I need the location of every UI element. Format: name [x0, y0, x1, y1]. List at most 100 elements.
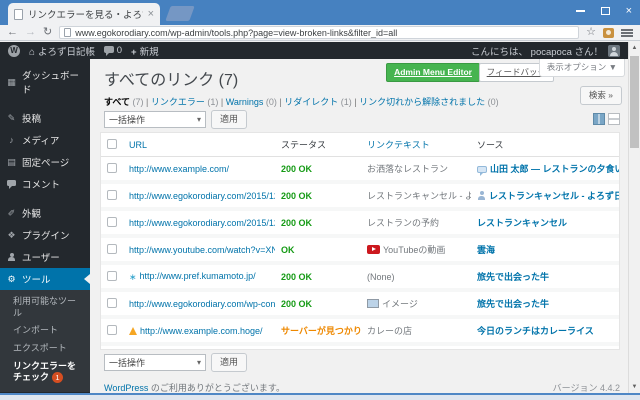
window-close-button[interactable]: × — [626, 6, 632, 17]
source-link[interactable]: レストランキャンセル - よろず日... — [489, 191, 619, 201]
link-url[interactable]: http://www.youtube.com/watch?v=XNUEEWaaq… — [129, 245, 275, 255]
link-url[interactable]: http://www.example.com/ — [129, 164, 229, 174]
tab-close-icon[interactable]: × — [148, 8, 154, 20]
row-checkbox[interactable] — [107, 162, 117, 173]
scroll-down-icon[interactable]: ▼ — [629, 381, 640, 393]
submenu-item[interactable]: エクスポート — [0, 340, 90, 358]
admin-bar-site[interactable]: よろず日記帳 — [29, 44, 95, 58]
page-scrollbar[interactable]: ▲ ▼ — [628, 42, 640, 393]
browser-window: リンクエラーを見る・よろず日... × × www.egokorodiary.c… — [0, 0, 640, 400]
sidebar-item-dashboard[interactable]: ▦ ダッシュボード — [0, 64, 90, 100]
wordpress-logo-icon[interactable] — [8, 44, 20, 57]
row-checkbox[interactable] — [107, 243, 117, 254]
link-text: レストランキャンセル - よろず日記... — [361, 182, 471, 211]
apply-button-bottom[interactable]: 適用 — [211, 353, 248, 372]
submenu-item[interactable]: リンクエラーをチェック 1 — [0, 358, 90, 387]
apply-button[interactable]: 適用 — [211, 110, 248, 129]
avatar[interactable] — [608, 44, 620, 57]
comment-bubble-icon — [104, 46, 115, 56]
window-maximize-button[interactable] — [600, 7, 610, 15]
user-icon — [6, 252, 17, 262]
sidebar-item-media[interactable]: ♪ メディア — [0, 129, 90, 151]
row-checkbox[interactable] — [107, 324, 117, 335]
search-button[interactable]: 検索 » — [579, 86, 622, 105]
row-checkbox[interactable] — [107, 189, 117, 200]
filter-link[interactable]: リダイレクト — [284, 97, 338, 107]
admin-sidebar: ▦ ダッシュボード ✎ 投稿 ♪ メディア ▤ 固定ページコメント ✐ 外観 ❖ プラグインユーザー ⚙… — [0, 59, 90, 400]
table-row: http://www.example.com.hoge/サーバーが見つかりません… — [101, 317, 619, 346]
back-icon[interactable] — [7, 27, 18, 38]
filter-link[interactable]: Warnings — [226, 97, 264, 107]
submenu-item[interactable]: インポート — [0, 322, 90, 340]
bulk-actions-top: 一括操作 適用 — [104, 110, 248, 129]
sidebar-item-label: コメント — [22, 180, 61, 191]
bulk-action-select-bottom[interactable]: 一括操作 — [104, 354, 206, 371]
reload-icon[interactable] — [43, 27, 52, 38]
scrollbar-thumb[interactable] — [630, 56, 639, 148]
bulk-actions-bottom: 一括操作 適用 — [104, 353, 248, 372]
link-status: 200 OK — [275, 263, 361, 292]
filter-link[interactable]: リンクエラー — [151, 97, 205, 107]
user-icon — [477, 191, 486, 200]
submenu-item[interactable]: 利用可能なツール — [0, 293, 90, 322]
image-icon — [367, 299, 379, 308]
scroll-up-icon[interactable]: ▲ — [629, 42, 640, 54]
row-checkbox[interactable] — [107, 297, 117, 308]
sidebar-item-label: 投稿 — [22, 114, 42, 125]
admin-bar-new[interactable]: 新規 — [131, 44, 159, 58]
excerpt-view-icon[interactable] — [608, 113, 620, 125]
link-url[interactable]: http://www.egokorodiary.com/wp-content/u… — [129, 299, 275, 309]
admin-bar-greeting[interactable]: こんにちは、 pocapoca さん！ — [471, 44, 603, 58]
sidebar-item-comments[interactable]: コメント — [0, 173, 90, 195]
source-link[interactable]: 旅先で出会った牛 — [477, 299, 549, 309]
sidebar-item-pages[interactable]: ▤ 固定ページ — [0, 151, 90, 173]
wordpress-footer-link[interactable]: WordPress — [104, 383, 148, 393]
header-status: ステータス — [275, 133, 361, 157]
filter-count: (7) — [130, 97, 144, 107]
source-link[interactable]: 雲海 — [477, 245, 495, 255]
row-checkbox[interactable] — [107, 216, 117, 227]
browser-titlebar: リンクエラーを見る・よろず日... × × — [0, 0, 640, 25]
filter-link[interactable]: すべて — [104, 97, 130, 107]
chrome-menu-icon[interactable] — [621, 28, 633, 37]
bookmark-star-icon[interactable] — [586, 27, 596, 38]
screenshot-extension-icon[interactable] — [603, 27, 614, 38]
source-link[interactable]: 今日のランチはカレーライス — [477, 326, 594, 336]
admin-menu-editor-button[interactable]: Admin Menu Editor — [386, 63, 480, 82]
header-link-text[interactable]: リンクテキスト — [361, 133, 471, 157]
screen-options-button[interactable]: 表示オプション ▼ — [538, 59, 625, 77]
source-link[interactable]: レストランキャンセル — [477, 218, 567, 228]
browser-tab[interactable]: リンクエラーを見る・よろず日... × — [8, 3, 160, 25]
sidebar-item-posts[interactable]: ✎ 投稿 — [0, 107, 90, 129]
comment-bubble-icon — [6, 180, 17, 189]
list-view-icon[interactable] — [593, 113, 605, 125]
source-link[interactable]: 旅先で出会った牛 — [477, 272, 549, 282]
row-checkbox[interactable] — [107, 270, 117, 281]
media-icon: ♪ — [9, 135, 14, 145]
address-bar[interactable]: www.egokorodiary.com/wp-admin/tools.php?… — [59, 26, 580, 39]
source-link[interactable]: 山田 太郎 — レストランの夕食い... — [490, 164, 619, 174]
page-security-icon — [64, 28, 72, 37]
sidebar-item-label: ダッシュボード — [22, 71, 80, 96]
bulk-action-select[interactable]: 一括操作 — [104, 111, 206, 128]
link-url[interactable]: http://www.egokorodiary.com/2015/12/18/%… — [129, 191, 275, 201]
header-url[interactable]: URL — [123, 133, 275, 157]
filter-count: (0) — [485, 97, 499, 107]
sidebar-item-appearance[interactable]: ✐ 外観 — [0, 202, 90, 224]
forward-icon[interactable] — [25, 27, 36, 38]
sidebar-item-plugins[interactable]: ❖ プラグイン — [0, 224, 90, 246]
window-minimize-button[interactable] — [575, 10, 585, 12]
sidebar-item-tools[interactable]: ⚙ ツール — [0, 268, 90, 290]
admin-bar-comments[interactable]: 0 — [104, 45, 122, 56]
select-all-checkbox[interactable] — [107, 138, 117, 149]
pin-icon: ✎ — [7, 112, 16, 123]
link-url[interactable]: http://www.example.com.hoge/ — [140, 326, 263, 336]
link-url[interactable]: http://www.pref.kumamoto.jp/ — [140, 271, 256, 281]
new-tab-button[interactable] — [165, 6, 195, 21]
sidebar-item-label: ユーザー — [22, 253, 60, 264]
filter-link[interactable]: リンク切れから解除されました — [359, 97, 485, 107]
filter-count: (1) — [204, 97, 219, 107]
link-url[interactable]: http://www.egokorodiary.com/2015/12/07/%… — [129, 218, 275, 228]
sidebar-item-users[interactable]: ユーザー — [0, 246, 90, 268]
link-status: 200 OK — [275, 182, 361, 211]
